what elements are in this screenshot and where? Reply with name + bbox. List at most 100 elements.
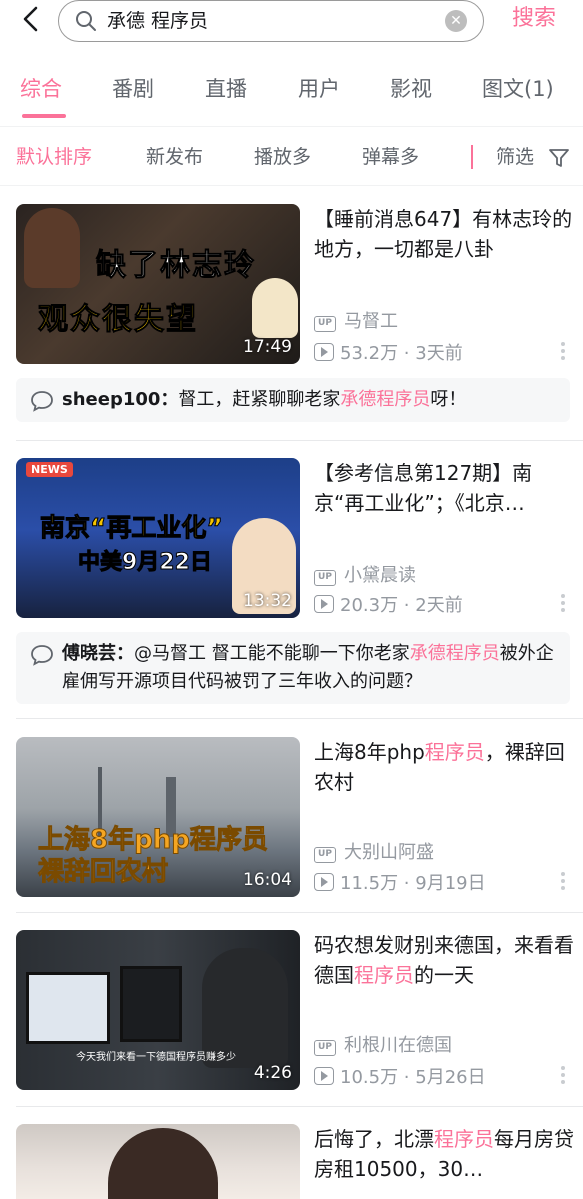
title-text: 上海8年php <box>314 740 425 764</box>
sort-most-played[interactable]: 播放多 <box>254 143 311 171</box>
title-text-end: 的一天 <box>414 963 474 987</box>
video-thumbnail[interactable]: 今天我们来看一下德国程序员赚多少 4:26 <box>16 930 300 1090</box>
tab-film[interactable]: 影视 <box>390 74 432 104</box>
comment-user[interactable]: sheep100： <box>62 389 178 410</box>
view-count: 11.5万 <box>340 873 399 894</box>
uploader-line[interactable]: UP 利根川在德国 <box>314 1034 452 1058</box>
tab-bangumi[interactable]: 番剧 <box>112 74 154 104</box>
filter-button[interactable]: 筛选 <box>496 143 534 171</box>
uploader-name[interactable]: 利根川在德国 <box>344 1035 452 1056</box>
thumbnail-title-line2: 裸辞回农村 <box>37 857 169 888</box>
hot-comment[interactable]: sheep100：督工，赶紧聊聊老家承德程序员呀！ <box>16 378 570 422</box>
video-duration: 17:49 <box>243 337 292 357</box>
video-title[interactable]: 【参考信息第127期】南京“再工业化”；《北京… <box>314 458 576 518</box>
comment-highlight: 承德程序员 <box>409 643 500 664</box>
video-thumbnail[interactable]: 上海8年php程序员 裸辞回农村 16:04 <box>16 737 300 897</box>
tab-users[interactable]: 用户 <box>298 74 340 104</box>
publish-date: 2天前 <box>415 595 463 616</box>
divider <box>16 1106 583 1107</box>
comment-user[interactable]: 傅晓芸： <box>62 643 134 664</box>
sort-most-danmaku[interactable]: 弹幕多 <box>362 143 419 171</box>
title-highlight: 程序员 <box>354 963 414 987</box>
thumbnail-title-line2: 观众很失望 <box>38 302 198 338</box>
sort-default[interactable]: 默认排序 <box>16 143 92 171</box>
search-button[interactable]: 搜索 <box>512 4 556 34</box>
title-text: 后悔了，北漂 <box>314 1127 434 1151</box>
title-highlight: 程序员 <box>424 740 485 764</box>
more-options-icon[interactable] <box>560 1066 566 1088</box>
publish-date: 9月19日 <box>415 873 486 894</box>
views-line: 53.2万 · 3天前 <box>314 342 463 366</box>
comment-highlight: 承德程序员 <box>340 389 431 410</box>
sort-newest[interactable]: 新发布 <box>146 143 203 171</box>
monitor-left <box>26 972 110 1044</box>
divider <box>16 440 583 441</box>
title-highlight: 程序员 <box>434 1127 494 1151</box>
comment-text-end: 呀！ <box>430 389 467 410</box>
active-tab-indicator <box>22 114 66 118</box>
thumbnail-title-line2: 中美9月22日 <box>78 550 213 576</box>
video-title[interactable]: 【睡前消息647】有林志玲的地方，一切都是八卦 <box>314 204 576 264</box>
play-count-icon <box>314 1067 334 1085</box>
more-options-icon[interactable] <box>560 342 566 364</box>
tab-comprehensive[interactable]: 综合 <box>20 74 62 104</box>
tab-articles[interactable]: 图文(1) <box>482 74 554 104</box>
comment-bubble-icon <box>31 645 53 666</box>
tab-live[interactable]: 直播 <box>205 74 247 104</box>
play-count-icon <box>314 343 334 361</box>
video-title[interactable]: 码农想发财别来德国，来看看德国程序员的一天 <box>314 930 576 990</box>
person-silhouette <box>108 1128 218 1199</box>
comment-bubble-icon <box>31 391 53 412</box>
video-duration: 4:26 <box>253 1063 292 1083</box>
search-query[interactable]: 承德 程序员 <box>107 7 208 35</box>
play-count-icon <box>314 595 334 613</box>
divider <box>16 718 583 719</box>
views-line: 11.5万 · 9月19日 <box>314 872 486 896</box>
video-thumbnail[interactable]: NEWS 南京“再工业化” 中美9月22日 13:32 <box>16 458 300 618</box>
search-input[interactable]: 承德 程序员 ✕ <box>58 0 484 42</box>
view-count: 20.3万 <box>340 595 399 616</box>
result-tabs: 综合 番剧 直播 用户 影视 图文(1) <box>0 70 583 120</box>
cartoon-avatar-right <box>252 278 298 338</box>
video-thumbnail[interactable] <box>16 1124 300 1199</box>
uploader-line[interactable]: UP 大别山阿盛 <box>314 841 434 865</box>
views-line: 20.3万 · 2天前 <box>314 594 463 618</box>
cartoon-avatar-left <box>24 208 80 288</box>
comment-text: @马督工 督工能不能聊一下你老家 <box>134 643 410 664</box>
divider <box>471 145 473 169</box>
uploader-name[interactable]: 小黛晨读 <box>344 565 416 586</box>
divider <box>16 912 583 913</box>
hot-comment[interactable]: 傅晓芸：@马督工 督工能不能聊一下你老家承德程序员被外企雇佣写开源项目代码被罚了… <box>16 632 570 704</box>
up-badge-icon: UP <box>314 1040 336 1056</box>
video-caption: 今天我们来看一下德国程序员赚多少 <box>76 1052 236 1063</box>
thumbnail-title-line1: 缺了林志玲 <box>96 248 256 284</box>
more-options-icon[interactable] <box>560 872 566 894</box>
publish-date: 3天前 <box>415 343 463 364</box>
search-icon <box>76 11 96 31</box>
up-badge-icon: UP <box>314 316 336 332</box>
sort-bar: 默认排序 新发布 播放多 弹幕多 筛选 <box>0 126 583 186</box>
uploader-name[interactable]: 马督工 <box>344 311 398 332</box>
up-badge-icon: UP <box>314 847 336 863</box>
back-arrow-icon[interactable] <box>16 4 46 34</box>
view-count: 10.5万 <box>340 1067 399 1088</box>
video-thumbnail[interactable]: 缺了林志玲 观众很失望 17:49 <box>16 204 300 364</box>
play-count-icon <box>314 873 334 891</box>
uploader-line[interactable]: UP 马督工 <box>314 310 398 334</box>
uploader-line[interactable]: UP 小黛晨读 <box>314 564 416 588</box>
news-badge: NEWS <box>26 462 73 477</box>
video-duration: 16:04 <box>243 870 292 890</box>
thumbnail-title-line1: 南京“再工业化” <box>40 513 224 543</box>
video-title[interactable]: 上海8年php程序员，裸辞回农村 <box>314 737 576 797</box>
video-title[interactable]: 后悔了，北漂程序员每月房贷房租10500，30… <box>314 1124 576 1184</box>
view-count: 53.2万 <box>340 343 399 364</box>
filter-funnel-icon[interactable] <box>548 147 570 169</box>
clear-icon[interactable]: ✕ <box>445 10 467 32</box>
uploader-name[interactable]: 大别山阿盛 <box>344 842 434 863</box>
publish-date: 5月26日 <box>415 1067 486 1088</box>
comment-text: 督工，赶紧聊聊老家 <box>178 389 341 410</box>
monitor-right <box>120 966 182 1042</box>
more-options-icon[interactable] <box>560 594 566 616</box>
video-duration: 13:32 <box>243 591 292 611</box>
up-badge-icon: UP <box>314 570 336 586</box>
